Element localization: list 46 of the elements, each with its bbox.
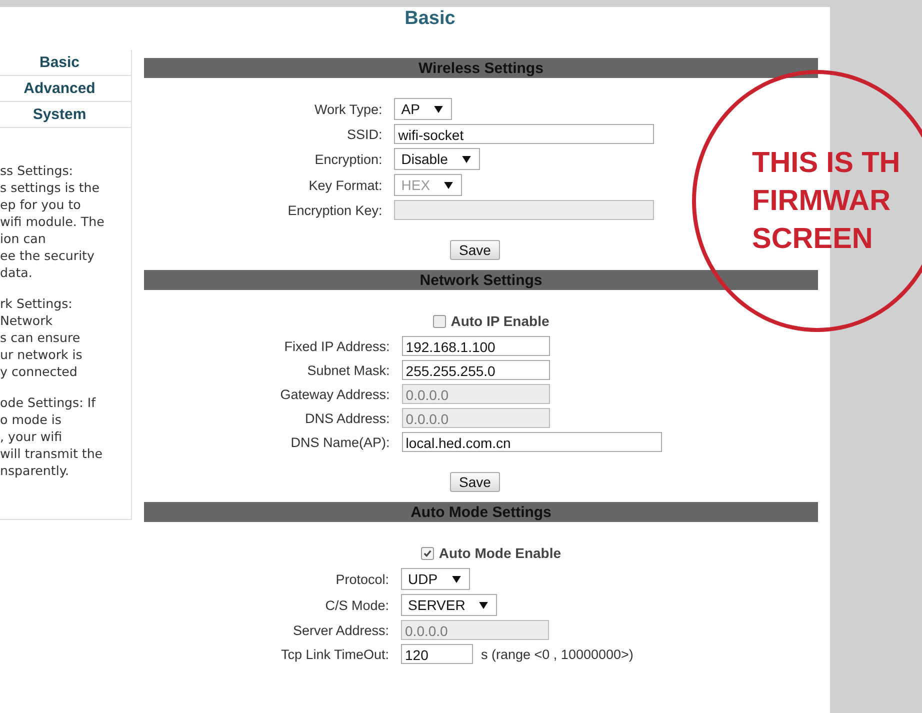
field-label: Subnet Mask: bbox=[306, 362, 390, 378]
input-field[interactable]: 255.255.255.0 bbox=[402, 360, 550, 380]
save-button[interactable]: Save bbox=[450, 240, 500, 260]
input-field[interactable]: 192.168.1.100 bbox=[402, 336, 550, 356]
help-text: ss Settings: s settings is the ep for you to wifi module. The ion can ee the security data. bbox=[0, 162, 106, 281]
input-field[interactable]: wifi-socket bbox=[394, 124, 654, 144]
field-label: Encryption Key: bbox=[288, 202, 382, 218]
field-label: SSID: bbox=[346, 126, 382, 142]
checkbox[interactable] bbox=[420, 546, 434, 560]
caret-icon bbox=[444, 182, 454, 188]
caret-icon bbox=[452, 576, 461, 582]
field-label: DNS Address: bbox=[304, 410, 390, 426]
help-text: rk Settings: Network s can ensure ur network is y connected bbox=[0, 295, 84, 380]
page-title: Basic bbox=[404, 7, 456, 31]
checkbox-label: Auto Mode Enable bbox=[438, 545, 562, 561]
field-label: Fixed IP Address: bbox=[283, 338, 390, 354]
field-label: DNS Name(AP): bbox=[290, 434, 390, 450]
annotation-text: THIS IS TH FIRMWAR SCREEN bbox=[752, 146, 900, 257]
dropdown[interactable]: UDP bbox=[401, 568, 470, 590]
dropdown[interactable]: Disable bbox=[394, 148, 480, 170]
section-header: Wireless Settings bbox=[144, 58, 818, 78]
field-label: Server Address: bbox=[292, 622, 390, 638]
field-label: C/S Mode: bbox=[324, 598, 390, 612]
menu-item[interactable]: Advanced bbox=[0, 76, 131, 102]
field-label: Encryption: bbox=[314, 152, 382, 166]
input-field[interactable]: 120 bbox=[401, 644, 474, 664]
checkbox[interactable] bbox=[432, 314, 446, 328]
menu-item[interactable]: System bbox=[0, 102, 131, 128]
menu-item[interactable]: Basic bbox=[0, 50, 131, 76]
dropdown[interactable]: AP bbox=[394, 98, 452, 120]
dropdown[interactable]: SERVER bbox=[401, 594, 498, 616]
help-text: ode Settings: If o mode is , your wifi will transmit the nsparently. bbox=[0, 394, 104, 479]
range-hint: s (range <0 , 10000000>) bbox=[481, 646, 634, 662]
field-label: Key Format: bbox=[308, 178, 382, 192]
section-header: Network Settings bbox=[144, 270, 818, 290]
caret-icon bbox=[434, 106, 443, 112]
field-label: Gateway Address: bbox=[280, 386, 390, 402]
field-label: Tcp Link TimeOut: bbox=[280, 646, 390, 662]
caret-icon bbox=[479, 602, 488, 608]
save-button[interactable]: Save bbox=[450, 472, 500, 492]
checkbox-label: Auto IP Enable bbox=[450, 313, 550, 329]
field-label: Work Type: bbox=[313, 102, 382, 116]
caret-icon bbox=[462, 156, 471, 162]
field-label: Protocol: bbox=[334, 572, 390, 586]
section-header: Auto Mode Settings bbox=[144, 502, 818, 522]
input-field[interactable]: local.hed.com.cn bbox=[402, 432, 662, 452]
